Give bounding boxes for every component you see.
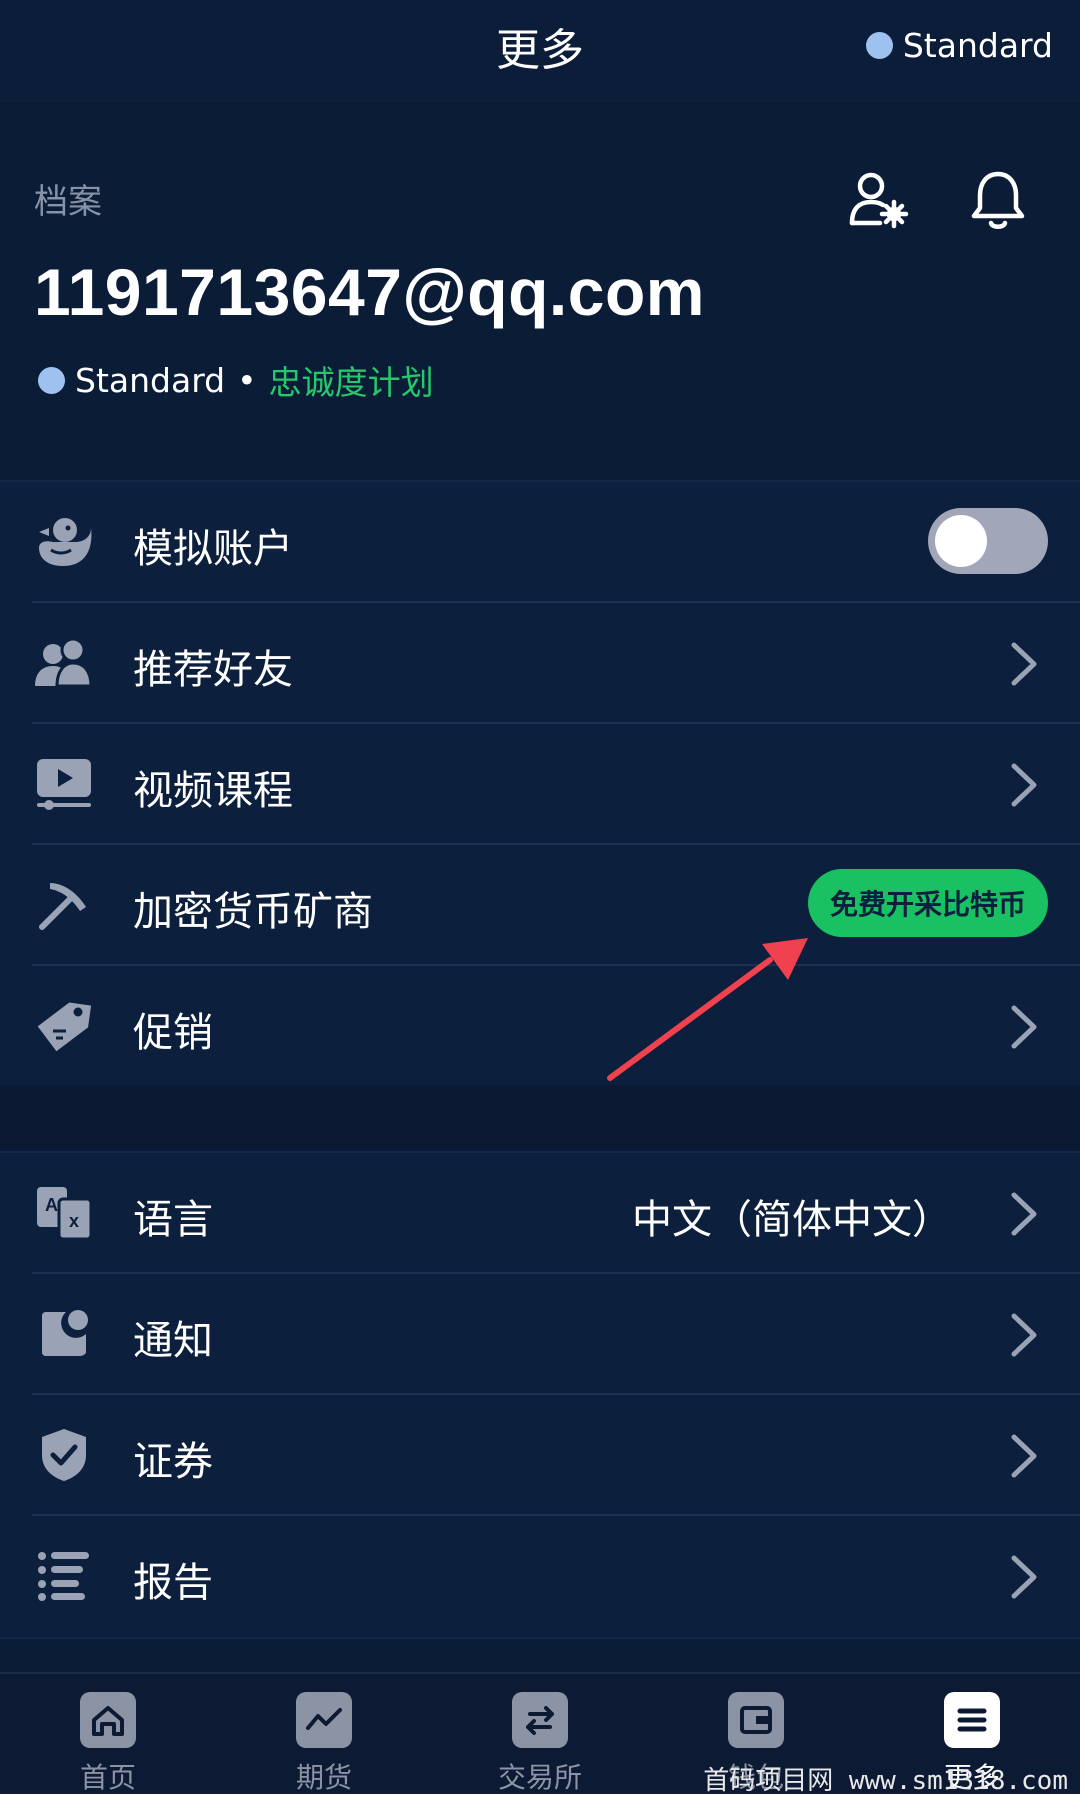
home-icon: [80, 1692, 136, 1748]
section-divider: [0, 1085, 1080, 1151]
demo-account-row[interactable]: 模拟账户: [32, 482, 1080, 603]
nav-home[interactable]: 首页: [38, 1692, 178, 1794]
account-type-indicator[interactable]: Standard: [865, 26, 1053, 65]
watermark-text: 首码项目网 www.sm1318.com: [703, 1766, 1068, 1794]
pickaxe-icon: [34, 875, 94, 935]
profile-tier: Standard • 忠诚度计划: [38, 356, 434, 404]
row-label: 报告: [133, 1560, 213, 1606]
svg-text:A: A: [45, 1195, 58, 1215]
nav-label: 交易所: [497, 1761, 582, 1794]
translate-icon: A x: [34, 1183, 94, 1243]
promotions-row[interactable]: 促销: [32, 966, 1080, 1087]
row-label: 促销: [133, 1010, 213, 1056]
row-label: 证券: [133, 1439, 213, 1485]
row-label: 语言: [133, 1197, 213, 1243]
nav-futures[interactable]: 期货: [254, 1692, 394, 1794]
chevron-right-icon: [1011, 1434, 1037, 1478]
loyalty-program-link[interactable]: 忠诚度计划: [269, 356, 434, 404]
top-bar: 更多 Standard: [0, 0, 1080, 104]
tier-label: Standard: [75, 360, 226, 400]
user-settings-icon: [849, 172, 909, 229]
chart-line-icon: [296, 1692, 352, 1748]
profile-label: 档案: [34, 182, 102, 222]
nav-label: 首页: [79, 1761, 136, 1794]
notifications-row[interactable]: 通知: [32, 1274, 1080, 1395]
tag-icon: [34, 996, 94, 1056]
language-row[interactable]: A x 语言 中文（简体中文）: [32, 1153, 1080, 1274]
crypto-miner-row[interactable]: 加密货币矿商 免费开采比特币: [32, 845, 1080, 966]
tier-separator: •: [237, 360, 257, 400]
chevron-right-icon: [1011, 1313, 1037, 1357]
svg-text:x: x: [69, 1211, 79, 1231]
row-label: 模拟账户: [133, 526, 293, 572]
duck-icon: [34, 512, 94, 572]
shield-check-icon: [34, 1425, 94, 1485]
profile-email: 1191713647@qq.com: [34, 255, 705, 329]
chevron-right-icon: [1011, 642, 1037, 686]
status-dot-icon: [38, 366, 65, 394]
free-mining-badge[interactable]: 免费开采比特币: [807, 869, 1048, 937]
swap-icon: [512, 1692, 568, 1748]
securities-row[interactable]: 证券: [32, 1395, 1080, 1516]
menu-section-2: A x 语言 中文（简体中文） 通知 证券 报告: [0, 1151, 1080, 1639]
video-courses-row[interactable]: 视频课程: [32, 724, 1080, 845]
nav-exchange[interactable]: 交易所: [470, 1692, 610, 1794]
account-settings-button[interactable]: [842, 164, 914, 236]
language-value: 中文（简体中文）: [632, 1197, 952, 1243]
menu-icon: [944, 1692, 1000, 1748]
notifications-button[interactable]: [962, 164, 1034, 236]
row-label: 推荐好友: [133, 647, 293, 693]
refer-friends-row[interactable]: 推荐好友: [32, 603, 1080, 724]
list-icon: [34, 1546, 94, 1606]
chevron-right-icon: [1011, 1005, 1037, 1049]
reports-row[interactable]: 报告: [32, 1516, 1080, 1637]
demo-account-toggle[interactable]: [928, 508, 1048, 574]
toggle-knob: [935, 515, 987, 567]
notification-icon: [34, 1304, 94, 1364]
users-icon: [34, 633, 94, 693]
row-label: 加密货币矿商: [133, 889, 373, 935]
chevron-right-icon: [1011, 1555, 1037, 1599]
profile-section: 档案 1191713647@qq.com Standard • 忠诚度计划: [0, 104, 1080, 480]
status-dot-icon: [865, 32, 893, 59]
chevron-right-icon: [1011, 763, 1037, 807]
video-icon: [34, 754, 94, 814]
account-type-label: Standard: [902, 26, 1053, 65]
row-label: 通知: [133, 1318, 213, 1364]
bell-icon: [971, 171, 1025, 229]
nav-label: 期货: [295, 1761, 352, 1794]
row-label: 视频课程: [133, 768, 293, 814]
chevron-right-icon: [1011, 1192, 1037, 1236]
wallet-icon: [728, 1692, 784, 1748]
menu-section-1: 模拟账户 推荐好友 视频课程 加密货币矿商 免费开采比特币 促销: [0, 480, 1080, 1089]
